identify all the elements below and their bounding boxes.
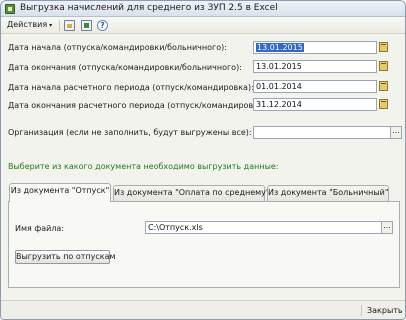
organization-field[interactable] (253, 126, 392, 139)
calendar-icon[interactable] (379, 61, 388, 71)
actions-menu[interactable]: Действия ▾ (7, 20, 52, 29)
start-date-label: Дата начала (отпуска/командировки/больни… (8, 43, 227, 52)
period-start-label: Дата начала расчетного периода (отпуск/к… (8, 83, 254, 92)
tab-average-pay[interactable]: Из документа "Оплата по среднему" (113, 185, 270, 201)
toolbar-separator (59, 20, 60, 31)
app-icon (5, 4, 15, 14)
help-icon[interactable]: ? (97, 20, 108, 31)
tab-panel-vacation: Имя файла: C:\Отпуск.xls ... Выгрузить п… (8, 201, 400, 288)
export-vacation-button[interactable]: Выгрузить по отпускам (15, 250, 116, 264)
calendar-icon[interactable] (379, 81, 388, 91)
document-choice-hint: Выберите из какого документа необходимо … (8, 162, 279, 171)
calendar-icon[interactable] (379, 42, 388, 52)
period-start-field[interactable]: 01.01.2014 (253, 80, 377, 93)
end-date-field[interactable]: 13.01.2015 (253, 60, 377, 73)
export-dialog-window: Выгрузка начислений для среднего из ЗУП … (0, 0, 406, 320)
file-name-field[interactable]: C:\Отпуск.xls (145, 221, 382, 234)
open-settings-icon[interactable] (64, 20, 75, 31)
period-end-field[interactable]: 31.12.2014 (253, 98, 377, 111)
close-button[interactable]: Закрыть (367, 306, 403, 315)
toolbar: Действия ▾ ? (1, 17, 405, 34)
start-date-field[interactable]: 13.01.2015 (253, 41, 377, 54)
title-bar: Выгрузка начислений для среднего из ЗУП … (1, 1, 405, 17)
file-select-button[interactable]: ... (381, 221, 393, 234)
file-name-label: Имя файла: (15, 224, 65, 233)
footer-separator (361, 305, 362, 316)
calendar-icon[interactable] (379, 99, 388, 109)
actions-menu-label: Действия (7, 20, 48, 29)
end-date-label: Дата окончания (отпуска/командировки/бол… (8, 63, 242, 72)
chevron-down-icon: ▾ (49, 22, 53, 29)
save-settings-icon[interactable] (81, 20, 92, 31)
organization-select-button[interactable]: ... (390, 126, 402, 139)
tab-vacation[interactable]: Из документа "Отпуск" (9, 183, 111, 202)
window-title: Выгрузка начислений для среднего из ЗУП … (20, 3, 278, 13)
start-date-value: 13.01.2015 (256, 43, 304, 52)
organization-label: Организация (если не заполнить, будут вы… (8, 128, 252, 137)
tab-sick-leave[interactable]: Из документа "Больничный" (267, 185, 389, 201)
period-end-label: Дата окончания расчетного периода (отпус… (8, 101, 269, 110)
status-bar: Закрыть (1, 300, 405, 319)
